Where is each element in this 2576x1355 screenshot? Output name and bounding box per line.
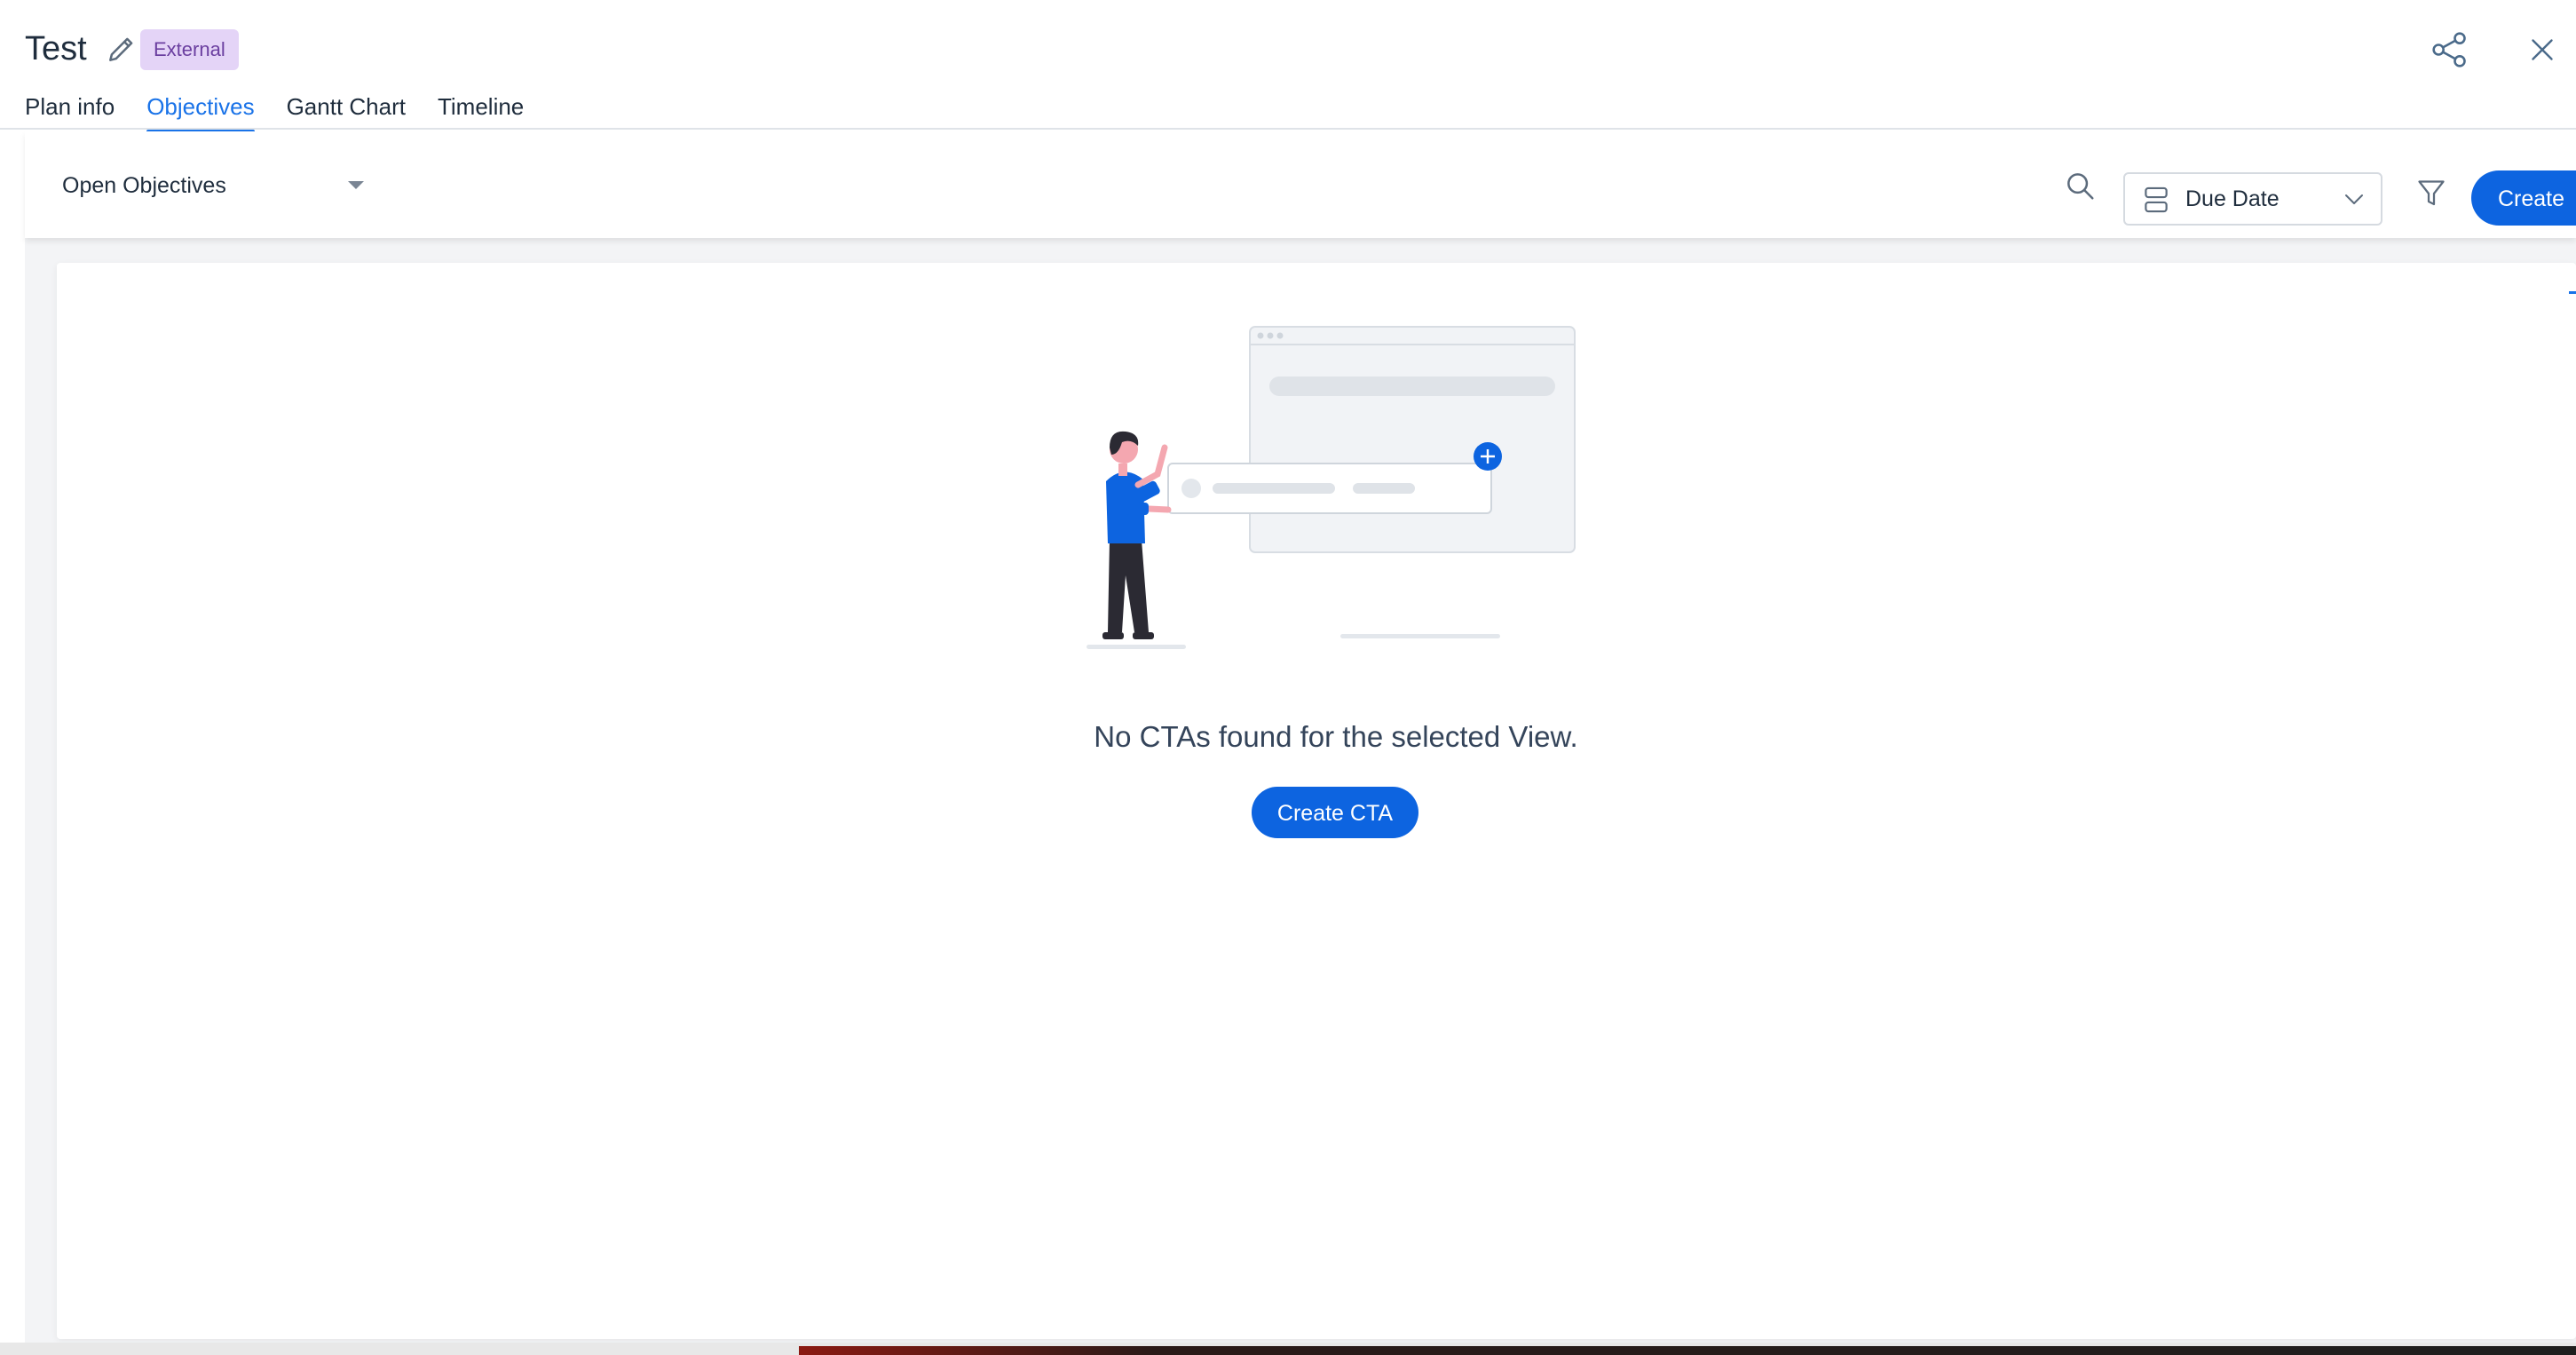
plan-header: Test External Plan info Objectives Gantt… xyxy=(0,0,2576,133)
empty-state-message: No CTAs found for the selected View. xyxy=(1094,720,1578,753)
sort-dropdown[interactable]: Due Date xyxy=(2123,172,2382,226)
empty-state-illustration xyxy=(1087,326,1576,649)
edge-marker xyxy=(2569,291,2576,294)
create-cta-button[interactable]: Create CTA xyxy=(1252,787,1418,838)
page-title: Test xyxy=(25,30,87,67)
filter-icon[interactable] xyxy=(2416,178,2446,210)
view-dropdown-label: Open Objectives xyxy=(62,173,226,198)
status-badge: External xyxy=(140,29,239,70)
search-icon[interactable] xyxy=(2063,169,2097,202)
sort-dropdown-label: Due Date xyxy=(2185,186,2280,211)
tab-objectives[interactable]: Objectives xyxy=(146,89,255,133)
caret-down-icon xyxy=(348,181,364,189)
pencil-icon[interactable] xyxy=(105,32,138,66)
create-button[interactable]: Create xyxy=(2471,170,2576,226)
bottom-edge-dark xyxy=(799,1346,2576,1355)
chevron-down-icon xyxy=(2345,194,2363,204)
group-icon xyxy=(2145,186,2168,213)
share-icon[interactable] xyxy=(2430,30,2469,69)
view-dropdown[interactable]: Open Objectives xyxy=(62,162,364,210)
tab-gantt-chart[interactable]: Gantt Chart xyxy=(287,89,406,130)
close-icon[interactable] xyxy=(2526,34,2558,66)
tab-timeline[interactable]: Timeline xyxy=(438,89,524,130)
tab-bar: Plan info Objectives Gantt Chart Timelin… xyxy=(25,89,556,133)
objectives-toolbar: Open Objectives Due Date Create xyxy=(25,131,2576,238)
tab-plan-info[interactable]: Plan info xyxy=(25,89,115,130)
